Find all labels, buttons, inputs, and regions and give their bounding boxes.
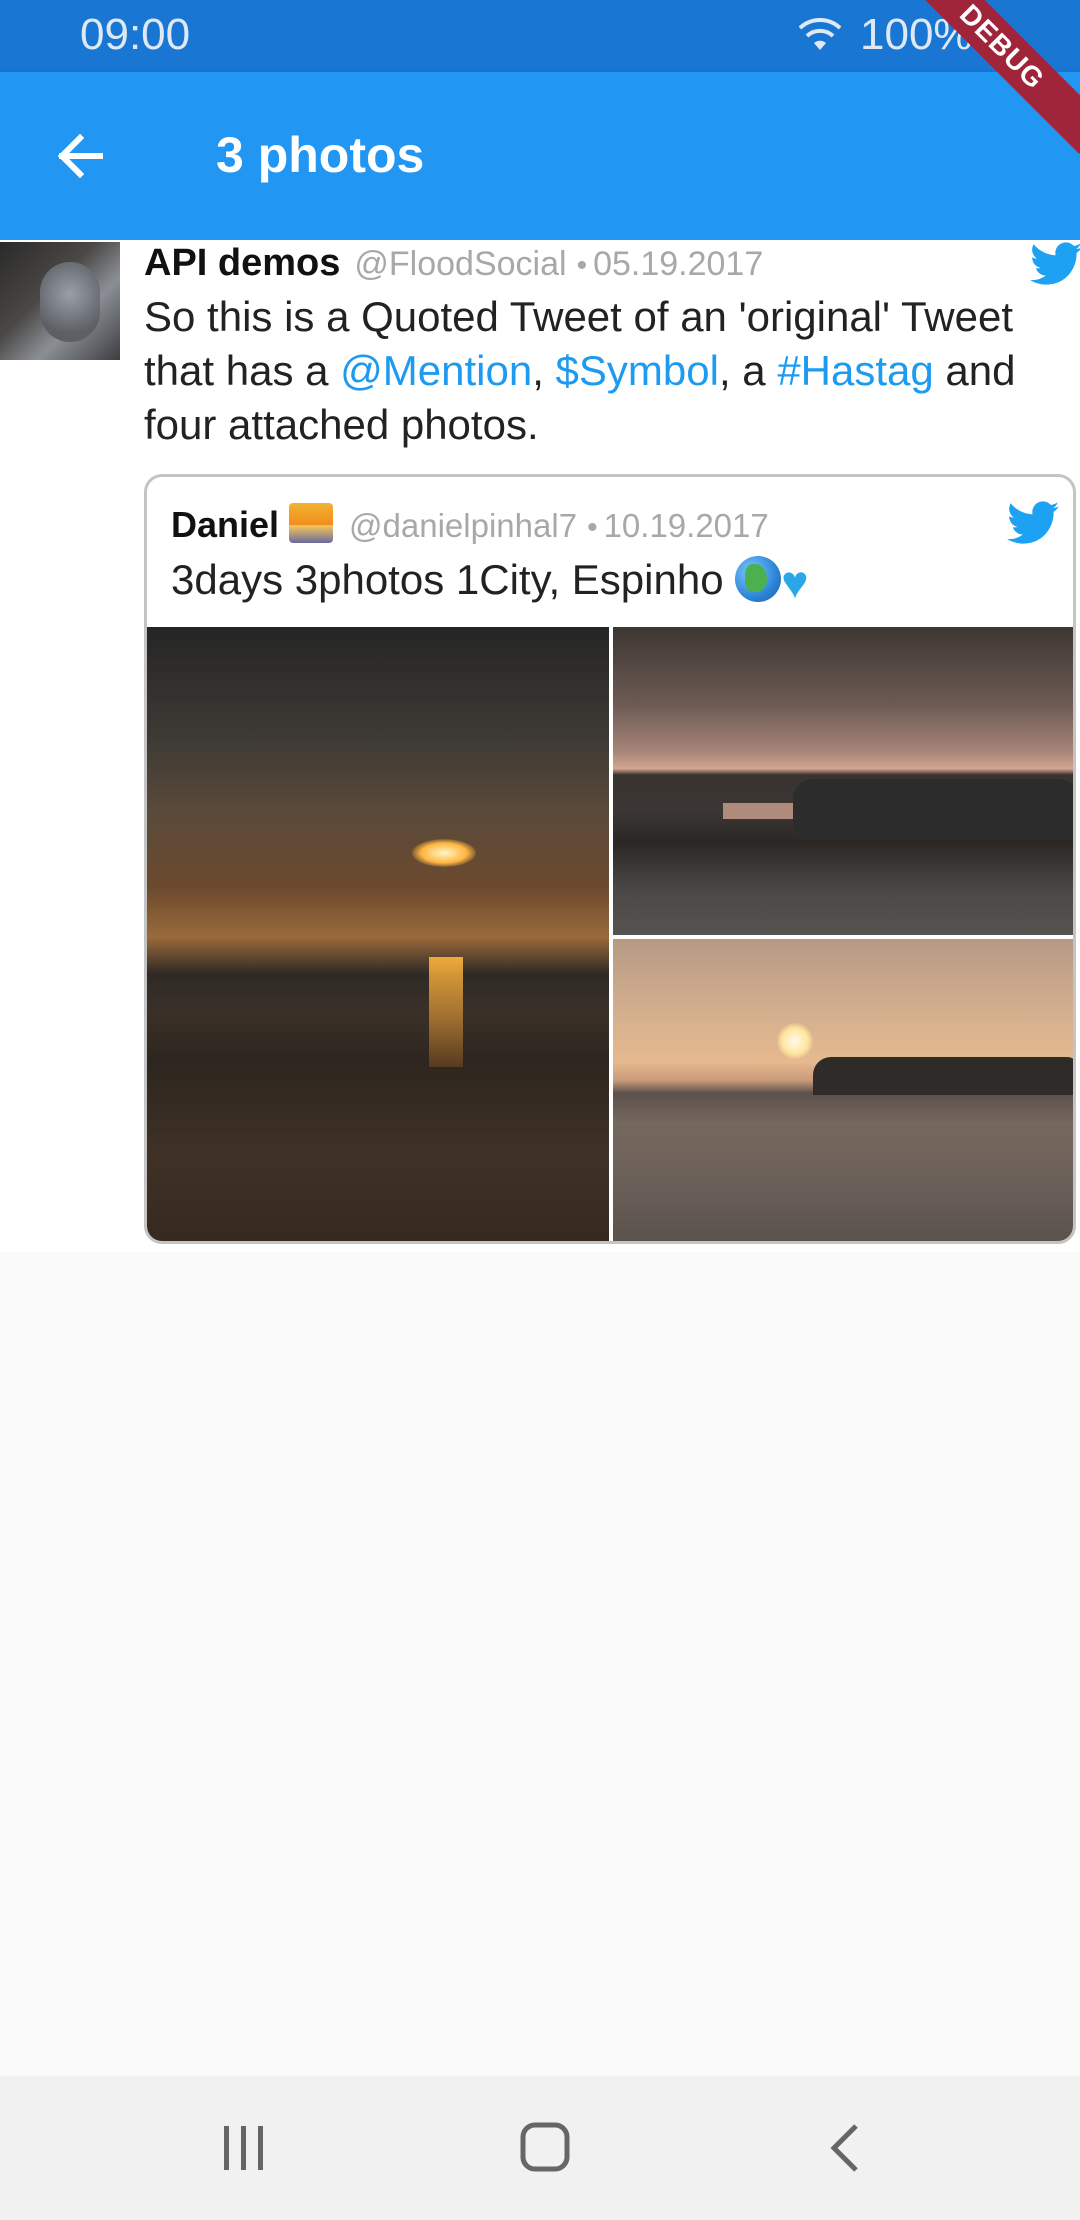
sun-reflection-shape xyxy=(429,957,463,1067)
tweet-card[interactable]: API demos @FloodSocial • 05.19.2017 So this… xyxy=(0,240,1080,1252)
quoted-author-name[interactable]: Daniel xyxy=(171,504,279,545)
mention-link[interactable]: @Mention xyxy=(340,347,532,394)
quoted-author-handle[interactable]: @danielpinhal7 xyxy=(349,507,577,544)
arrow-back-icon[interactable] xyxy=(40,112,128,200)
hashtag-link[interactable]: #Hastag xyxy=(777,347,933,394)
tweet-text-part: , a xyxy=(718,347,778,394)
system-nav-bar xyxy=(0,2076,1080,2220)
status-bar: 09:00 100% xyxy=(0,0,1080,72)
globe-icon xyxy=(735,556,782,602)
tweet-text-part: , xyxy=(532,347,556,394)
fisherman-rocks-photo[interactable] xyxy=(613,627,1073,935)
symbol-link[interactable]: $Symbol xyxy=(556,347,719,394)
tweet-author-handle[interactable]: @FloodSocial xyxy=(354,245,566,283)
recents-icon[interactable] xyxy=(220,2122,268,2174)
quoted-tweet[interactable]: Daniel @danielpinhal7 • 10.19.2017 3days 3p… xyxy=(144,474,1076,1244)
quoted-text: 3days 3photos 1City, Espinho xyxy=(171,556,736,603)
back-icon[interactable] xyxy=(826,2122,866,2174)
quoted-tweet-text: 3days 3photos 1City, Espinho ♥ xyxy=(171,555,809,609)
status-time: 09:00 xyxy=(80,10,191,59)
page-title: 3 photos xyxy=(216,127,425,183)
app-bar: 3 photos xyxy=(0,72,1080,240)
avatar-image xyxy=(40,262,100,342)
sun-shape xyxy=(777,1023,813,1059)
sunrise-icon xyxy=(289,503,334,543)
avatar[interactable] xyxy=(0,242,120,360)
wifi-icon xyxy=(798,18,842,50)
jetty-shape xyxy=(813,1057,1073,1095)
tweet-author-name[interactable]: API demos xyxy=(144,242,340,284)
tweet-text: So this is a Quoted Tweet of an 'origina… xyxy=(144,290,1070,452)
sunset-jetty-photo[interactable] xyxy=(613,939,1073,1241)
home-icon[interactable] xyxy=(520,2122,570,2172)
tweet-date: 05.19.2017 xyxy=(593,245,764,283)
twitter-bird-icon[interactable] xyxy=(1030,242,1080,286)
tweet-separator: • xyxy=(576,249,588,282)
photo-grid xyxy=(147,627,1073,1241)
quoted-date: 10.19.2017 xyxy=(603,507,769,544)
quoted-tweet-header: Daniel @danielpinhal7 • 10.19.2017 xyxy=(171,503,769,546)
tweet-header: API demos @FloodSocial • 05.19.2017 xyxy=(144,242,763,290)
rocks-shape xyxy=(793,779,1073,839)
blue-heart-icon: ♥ xyxy=(781,556,809,608)
sun-shape xyxy=(412,839,476,867)
tide-pool-shape xyxy=(723,803,803,819)
quoted-separator: • xyxy=(587,511,598,544)
beach-sunset-photo[interactable] xyxy=(147,627,609,1241)
twitter-bird-icon[interactable] xyxy=(1007,501,1059,545)
